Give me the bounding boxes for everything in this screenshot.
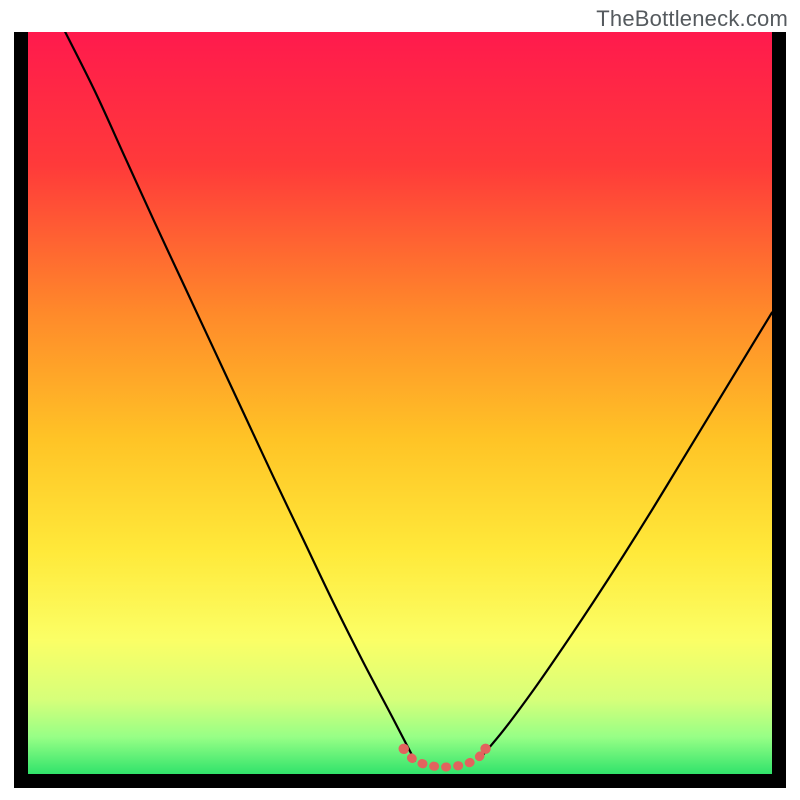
chart-svg bbox=[28, 32, 772, 774]
plot-inner-area bbox=[28, 32, 772, 774]
chart-stage: TheBottleneck.com bbox=[0, 0, 800, 800]
series-valley-highlight-endcap bbox=[480, 744, 490, 754]
watermark-text: TheBottleneck.com bbox=[596, 6, 788, 32]
series-valley-highlight-endcap bbox=[399, 744, 409, 754]
plot-outer-frame bbox=[14, 32, 786, 788]
gradient-background bbox=[28, 32, 772, 774]
